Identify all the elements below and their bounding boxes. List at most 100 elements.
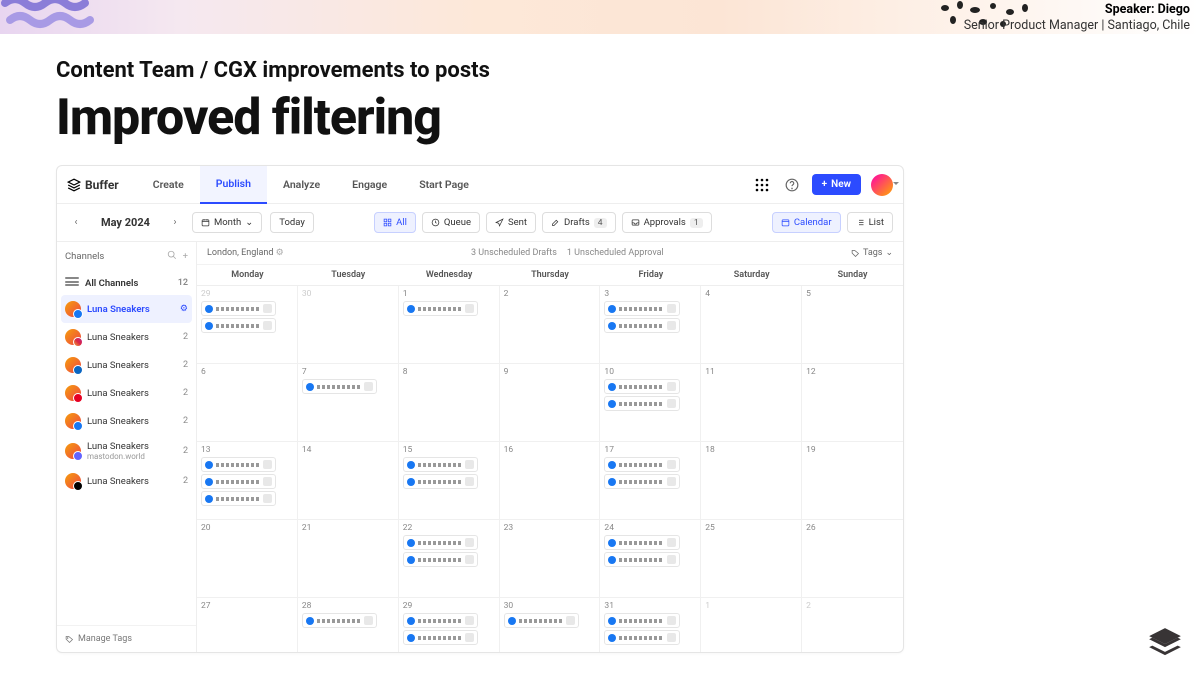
calendar-day[interactable]: 29 bbox=[399, 598, 500, 652]
calendar-day[interactable]: 30 bbox=[500, 598, 601, 652]
calendar-day[interactable]: 28 bbox=[298, 598, 399, 652]
filter-queue[interactable]: Queue bbox=[422, 212, 480, 233]
calendar-day[interactable]: 13 bbox=[197, 442, 298, 520]
calendar-day[interactable]: 1 bbox=[701, 598, 802, 652]
calendar-day[interactable]: 8 bbox=[399, 364, 500, 442]
calendar-day[interactable]: 5 bbox=[802, 286, 903, 364]
help-icon[interactable] bbox=[782, 175, 802, 195]
calendar-day[interactable]: 17 bbox=[600, 442, 701, 520]
scheduled-post[interactable] bbox=[403, 613, 478, 628]
scheduled-post[interactable] bbox=[201, 457, 276, 472]
scheduled-post[interactable] bbox=[403, 301, 478, 316]
scheduled-post[interactable] bbox=[604, 301, 679, 316]
scheduled-post[interactable] bbox=[604, 630, 679, 645]
day-number: 15 bbox=[403, 445, 495, 455]
sidebar-channel-item[interactable]: Luna Sneakers⚙ bbox=[61, 295, 192, 323]
next-month-button[interactable]: › bbox=[166, 214, 184, 232]
sidebar-item-all-channels[interactable]: All Channels 12 bbox=[57, 271, 196, 295]
calendar-day[interactable]: 7 bbox=[298, 364, 399, 442]
sidebar-channel-item[interactable]: Luna Sneakers2 bbox=[57, 467, 196, 495]
apps-grid-icon[interactable] bbox=[752, 175, 772, 195]
calendar-day[interactable]: 27 bbox=[197, 598, 298, 652]
calendar-day[interactable]: 25 bbox=[701, 520, 802, 598]
scheduled-post[interactable] bbox=[604, 552, 679, 567]
calendar-day[interactable]: 10 bbox=[600, 364, 701, 442]
calendar-grid[interactable]: 2930123456789101112131415161718192021222… bbox=[197, 286, 903, 652]
scheduled-post[interactable] bbox=[604, 474, 679, 489]
nav-tab-create[interactable]: Create bbox=[137, 166, 200, 204]
month-view-dropdown[interactable]: Month ⌄ bbox=[192, 212, 262, 233]
calendar-day[interactable]: 26 bbox=[802, 520, 903, 598]
calendar-day[interactable]: 14 bbox=[298, 442, 399, 520]
nav-tab-engage[interactable]: Engage bbox=[336, 166, 403, 204]
calendar-day[interactable]: 24 bbox=[600, 520, 701, 598]
sidebar-channel-item[interactable]: Luna Sneakers2 bbox=[57, 379, 196, 407]
filter-all[interactable]: All bbox=[374, 212, 416, 233]
calendar-day[interactable]: 30 bbox=[298, 286, 399, 364]
scheduled-post[interactable] bbox=[201, 491, 276, 506]
nav-tab-start-page[interactable]: Start Page bbox=[403, 166, 485, 204]
scheduled-post[interactable] bbox=[302, 613, 377, 628]
scheduled-post[interactable] bbox=[604, 613, 679, 628]
scheduled-post[interactable] bbox=[201, 301, 276, 316]
scheduled-post[interactable] bbox=[604, 457, 679, 472]
calendar-day[interactable]: 22 bbox=[399, 520, 500, 598]
location-gear-icon[interactable]: ⚙ bbox=[276, 248, 284, 258]
filter-drafts[interactable]: Drafts4 bbox=[542, 212, 616, 233]
new-button[interactable]: +New bbox=[812, 174, 861, 195]
calendar-day[interactable]: 29 bbox=[197, 286, 298, 364]
calendar-day[interactable]: 19 bbox=[802, 442, 903, 520]
day-number: 11 bbox=[705, 367, 797, 377]
user-avatar[interactable] bbox=[871, 174, 893, 196]
calendar-day[interactable]: 15 bbox=[399, 442, 500, 520]
view-calendar[interactable]: Calendar bbox=[772, 212, 841, 233]
sidebar-channel-item[interactable]: Luna Sneakers2 bbox=[57, 323, 196, 351]
scheduled-post[interactable] bbox=[403, 630, 478, 645]
prev-month-button[interactable]: ‹ bbox=[67, 214, 85, 232]
brand[interactable]: Buffer bbox=[67, 178, 119, 192]
sidebar-channel-item[interactable]: Luna Sneakersmastodon.world2 bbox=[57, 435, 196, 467]
scheduled-post[interactable] bbox=[403, 474, 478, 489]
scheduled-post[interactable] bbox=[604, 318, 679, 333]
filter-sent[interactable]: Sent bbox=[486, 212, 536, 233]
calendar-day[interactable]: 11 bbox=[701, 364, 802, 442]
scheduled-post[interactable] bbox=[302, 379, 377, 394]
scheduled-post[interactable] bbox=[604, 379, 679, 394]
calendar-day[interactable]: 18 bbox=[701, 442, 802, 520]
post-thumbnail bbox=[263, 477, 272, 486]
nav-tab-analyze[interactable]: Analyze bbox=[267, 166, 336, 204]
calendar-day[interactable]: 12 bbox=[802, 364, 903, 442]
filter-approvals[interactable]: Approvals1 bbox=[622, 212, 712, 233]
calendar-day[interactable]: 31 bbox=[600, 598, 701, 652]
calendar-day[interactable]: 3 bbox=[600, 286, 701, 364]
calendar-day[interactable]: 2 bbox=[500, 286, 601, 364]
scheduled-post[interactable] bbox=[201, 318, 276, 333]
calendar-day[interactable]: 16 bbox=[500, 442, 601, 520]
calendar-day[interactable]: 2 bbox=[802, 598, 903, 652]
scheduled-post[interactable] bbox=[403, 552, 478, 567]
view-list[interactable]: List bbox=[847, 212, 893, 233]
scheduled-post[interactable] bbox=[604, 535, 679, 550]
calendar-day[interactable]: 21 bbox=[298, 520, 399, 598]
sidebar-channel-item[interactable]: Luna Sneakers2 bbox=[57, 351, 196, 379]
calendar-day[interactable]: 6 bbox=[197, 364, 298, 442]
scheduled-post[interactable] bbox=[504, 613, 579, 628]
tags-dropdown[interactable]: Tags ⌄ bbox=[851, 248, 893, 258]
calendar-day[interactable]: 9 bbox=[500, 364, 601, 442]
clock-icon bbox=[431, 218, 440, 227]
nav-tab-publish[interactable]: Publish bbox=[200, 166, 267, 204]
today-button[interactable]: Today bbox=[270, 212, 314, 233]
manage-tags-link[interactable]: Manage Tags bbox=[57, 625, 196, 652]
calendar-day[interactable]: 20 bbox=[197, 520, 298, 598]
calendar-day[interactable]: 1 bbox=[399, 286, 500, 364]
scheduled-post[interactable] bbox=[403, 535, 478, 550]
scheduled-post[interactable] bbox=[201, 474, 276, 489]
sidebar-channel-item[interactable]: Luna Sneakers2 bbox=[57, 407, 196, 435]
calendar-day[interactable]: 23 bbox=[500, 520, 601, 598]
scheduled-post[interactable] bbox=[403, 457, 478, 472]
channel-settings-icon[interactable]: ⚙ bbox=[180, 304, 188, 314]
add-channel-icon[interactable]: + bbox=[183, 251, 188, 262]
search-channels-icon[interactable] bbox=[167, 250, 177, 263]
scheduled-post[interactable] bbox=[604, 396, 679, 411]
calendar-day[interactable]: 4 bbox=[701, 286, 802, 364]
